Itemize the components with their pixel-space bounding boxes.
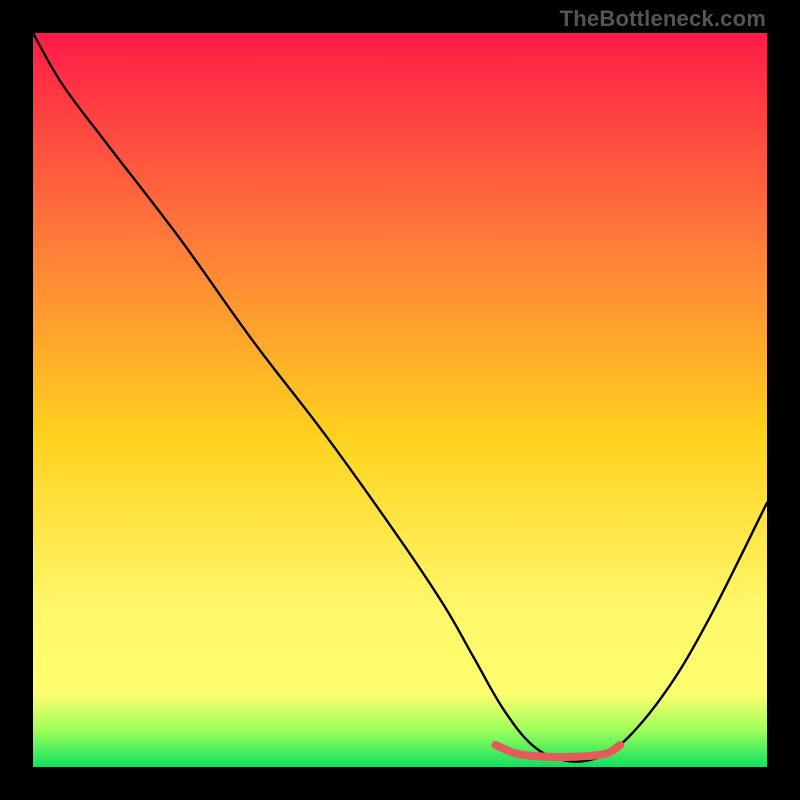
plot-area [33, 33, 767, 767]
watermark-label: TheBottleneck.com [560, 6, 766, 32]
chart-frame: TheBottleneck.com [0, 0, 800, 800]
chart-svg [33, 33, 767, 767]
gradient-background [33, 33, 767, 767]
